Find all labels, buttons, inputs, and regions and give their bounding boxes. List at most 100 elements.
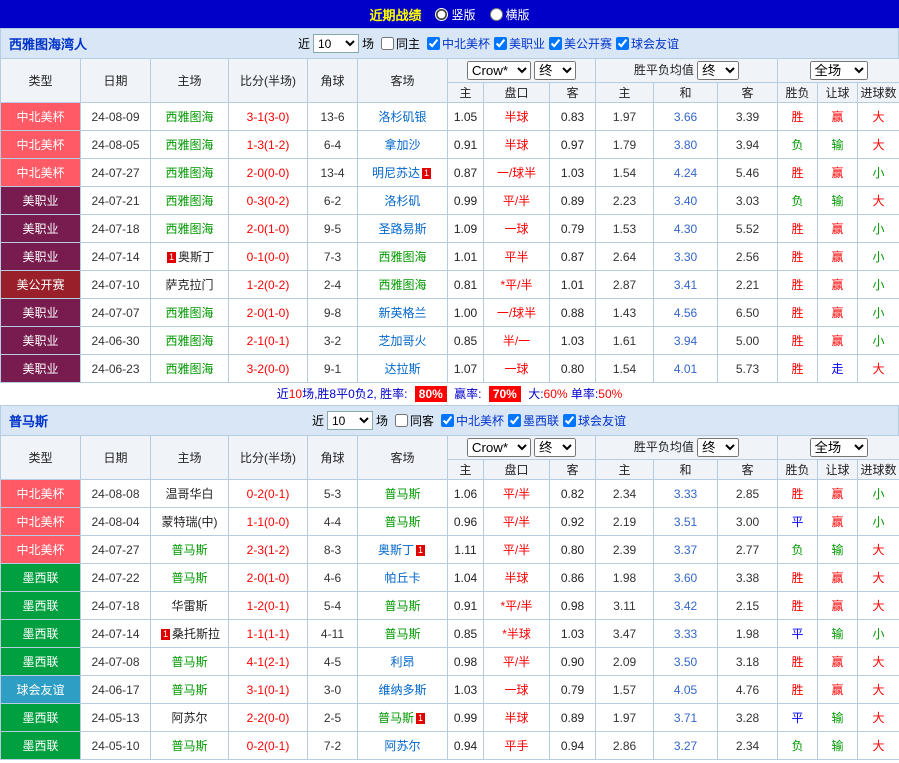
home-team-cell[interactable]: 1 奥斯丁 — [150, 242, 229, 271]
games-count-select[interactable]: 10 — [312, 34, 359, 53]
league-filter[interactable]: 球会友谊 — [563, 412, 626, 429]
score-cell[interactable]: 3-1(0-1) — [228, 675, 308, 704]
away-team-cell[interactable]: 普马斯 — [357, 479, 448, 508]
home-team-cell[interactable]: 萨克拉门 — [150, 270, 229, 299]
away-team-cell[interactable]: 洛杉矶银 — [357, 102, 448, 131]
away-team-cell[interactable]: 芝加哥火 — [357, 326, 448, 355]
column-header: 进球数 — [856, 82, 899, 103]
score-cell[interactable]: 0-2(0-1) — [228, 731, 308, 760]
home-team-cell[interactable]: 1 桑托斯拉 — [150, 619, 229, 648]
league-filter[interactable]: 球会友谊 — [616, 35, 679, 52]
home-team-cell[interactable]: 西雅图海 — [150, 354, 229, 383]
league-checkbox[interactable] — [563, 413, 577, 427]
vertical-layout-option[interactable]: 竖版 — [435, 6, 476, 23]
same-venue-filter[interactable]: 同主 — [380, 35, 420, 52]
league-checkbox[interactable] — [494, 36, 508, 50]
score-cell[interactable]: 2-3(1-2) — [228, 535, 308, 564]
league-checkbox[interactable] — [616, 36, 630, 50]
away-team-cell[interactable]: 帕丘卡 — [357, 563, 448, 592]
odds-final-select[interactable]: 终 — [534, 61, 577, 80]
away-team-cell[interactable]: 普马斯 — [357, 619, 448, 648]
score-cell[interactable]: 1-1(0-0) — [228, 507, 308, 536]
league-filter[interactable]: 美职业 — [494, 35, 545, 52]
home-team-cell[interactable]: 普马斯 — [150, 675, 229, 704]
away-team-cell[interactable]: 新英格兰 — [357, 298, 448, 327]
home-team-cell[interactable]: 西雅图海 — [150, 186, 229, 215]
away-team-cell[interactable]: 洛杉矶 — [357, 186, 448, 215]
home-team-cell[interactable]: 温哥华白 — [150, 479, 229, 508]
league-filter[interactable]: 中北美杯 — [441, 412, 504, 429]
same-venue-filter[interactable]: 同客 — [394, 412, 434, 429]
games-count-select[interactable]: 10 — [326, 411, 373, 430]
odds-handicap-cell: 半球 — [483, 703, 550, 732]
score-cell[interactable]: 3-1(3-0) — [228, 102, 308, 131]
score-cell[interactable]: 2-2(0-0) — [228, 703, 308, 732]
fullmatch-select[interactable]: 全场 — [809, 61, 868, 80]
away-team-cell[interactable]: 阿苏尔 — [357, 731, 448, 760]
away-team-cell[interactable]: 拿加沙 — [357, 130, 448, 159]
home-team-cell[interactable]: 普马斯 — [150, 535, 229, 564]
handicap-result-cell: 赢 — [817, 158, 858, 187]
score-cell[interactable]: 0-1(0-0) — [228, 242, 308, 271]
avg-final-select[interactable]: 终 — [697, 61, 740, 81]
handicap-result-cell: 输 — [817, 619, 858, 648]
score-cell[interactable]: 4-1(2-1) — [228, 647, 308, 676]
away-team-cell[interactable]: 达拉斯 — [357, 354, 448, 383]
score-cell[interactable]: 1-2(0-2) — [228, 270, 308, 299]
horizontal-radio[interactable] — [489, 7, 503, 21]
team-name-text: 新英格兰 — [378, 306, 427, 320]
score-cell[interactable]: 0-2(0-1) — [228, 479, 308, 508]
league-filter[interactable]: 墨西联 — [508, 412, 559, 429]
horizontal-layout-option[interactable]: 横版 — [489, 6, 530, 23]
away-team-cell[interactable]: 西雅图海 — [357, 242, 448, 271]
score-cell[interactable]: 2-0(1-0) — [228, 298, 308, 327]
home-team-cell[interactable]: 西雅图海 — [150, 102, 229, 131]
home-team-cell[interactable]: 西雅图海 — [150, 214, 229, 243]
away-team-cell[interactable]: 利昂 — [357, 647, 448, 676]
score-cell[interactable]: 0-3(0-2) — [228, 186, 308, 215]
home-team-cell[interactable]: 西雅图海 — [150, 130, 229, 159]
away-team-cell[interactable]: 维纳多斯 — [357, 675, 448, 704]
away-team-cell[interactable]: 奥斯丁 1 — [357, 535, 448, 564]
fullmatch-select[interactable]: 全场 — [809, 438, 868, 457]
odds-provider-select[interactable]: Crow* — [466, 438, 531, 457]
big-rate: 60% — [543, 387, 568, 401]
league-filter[interactable]: 美公开赛 — [549, 35, 612, 52]
score-cell[interactable]: 1-2(0-1) — [228, 591, 308, 620]
score-cell[interactable]: 1-1(1-1) — [228, 619, 308, 648]
avg-final-select[interactable]: 终 — [697, 438, 740, 458]
team-name-text: 普马斯 — [384, 599, 421, 613]
score-cell[interactable]: 2-0(1-0) — [228, 563, 308, 592]
away-team-cell[interactable]: 普马斯 — [357, 507, 448, 536]
score-cell[interactable]: 2-1(0-1) — [228, 326, 308, 355]
away-team-cell[interactable]: 普马斯 — [357, 591, 448, 620]
vertical-radio[interactable] — [435, 7, 449, 21]
away-team-cell[interactable]: 圣路易斯 — [357, 214, 448, 243]
home-team-cell[interactable]: 华雷斯 — [150, 591, 229, 620]
away-team-cell[interactable]: 普马斯 1 — [357, 703, 448, 732]
score-cell[interactable]: 1-3(1-2) — [228, 130, 308, 159]
score-cell[interactable]: 3-2(0-0) — [228, 354, 308, 383]
home-team-cell[interactable]: 阿苏尔 — [150, 703, 229, 732]
league-checkbox[interactable] — [549, 36, 563, 50]
same-venue-checkbox[interactable] — [380, 37, 394, 50]
score-cell[interactable]: 2-0(1-0) — [228, 214, 308, 243]
league-filter[interactable]: 中北美杯 — [427, 35, 490, 52]
same-venue-checkbox[interactable] — [394, 414, 408, 427]
league-checkbox[interactable] — [508, 413, 522, 427]
home-team-cell[interactable]: 西雅图海 — [150, 326, 229, 355]
away-team-cell[interactable]: 明尼苏达 1 — [357, 158, 448, 187]
score-cell[interactable]: 2-0(0-0) — [228, 158, 308, 187]
home-team-cell[interactable]: 普马斯 — [150, 731, 229, 760]
odds-provider-select[interactable]: Crow* — [466, 61, 531, 80]
away-team-cell[interactable]: 西雅图海 — [357, 270, 448, 299]
home-team-cell[interactable]: 西雅图海 — [150, 298, 229, 327]
odds-final-select[interactable]: 终 — [534, 438, 577, 457]
home-team-cell[interactable]: 西雅图海 — [150, 158, 229, 187]
home-team-cell[interactable]: 蒙特瑞(中) — [150, 507, 229, 536]
league-checkbox[interactable] — [427, 36, 440, 50]
home-team-cell[interactable]: 普马斯 — [150, 647, 229, 676]
home-team-cell[interactable]: 普马斯 — [150, 563, 229, 592]
odds-home-cell: 0.87 — [447, 158, 484, 187]
league-checkbox[interactable] — [441, 413, 454, 427]
